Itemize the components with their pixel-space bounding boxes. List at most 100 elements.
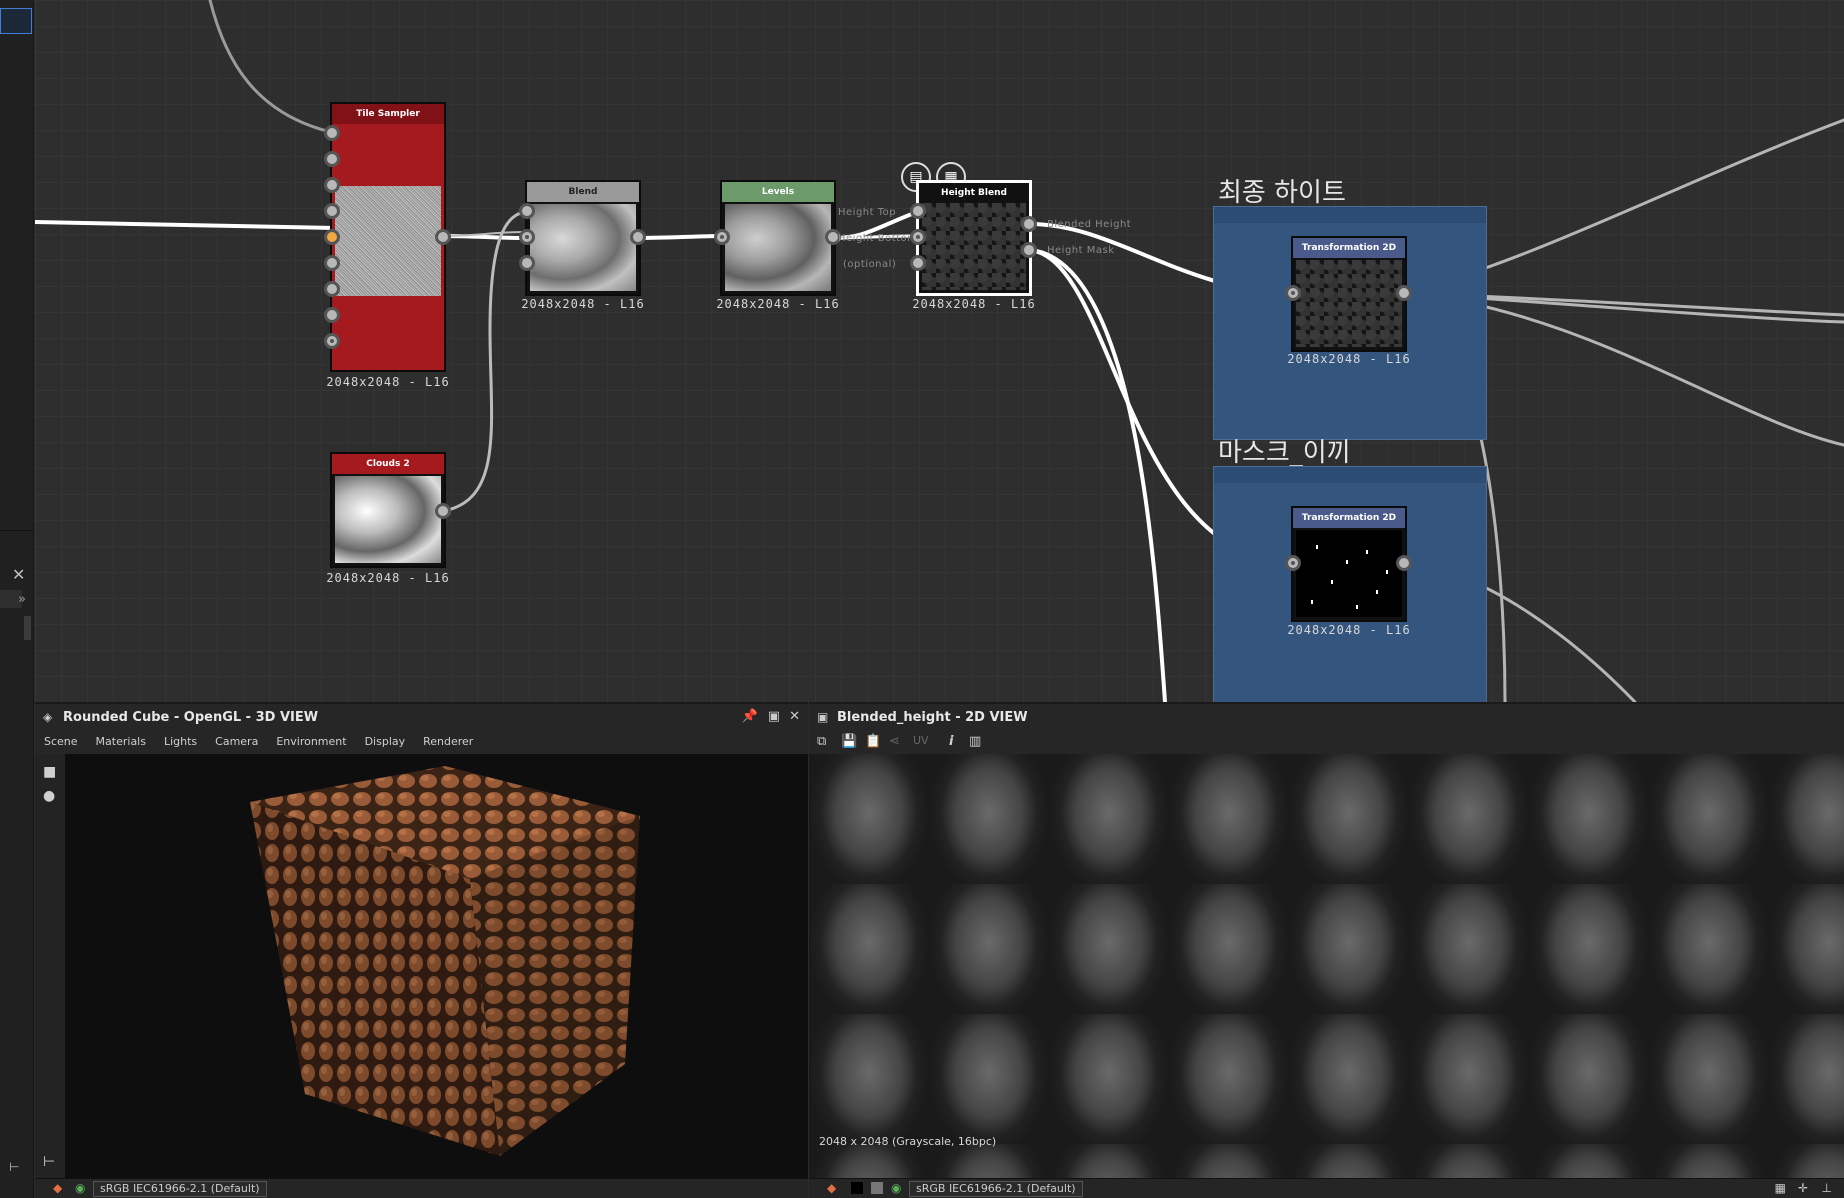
node-resolution: 2048x2048 - L16 [1287, 352, 1411, 366]
panel-2d-view: ▣ Blended_height - 2D VIEW ⧉ 💾 📋 ⋖ UV i … [809, 702, 1844, 1198]
input-port[interactable] [324, 177, 340, 193]
graph-icon[interactable]: ⊥ [1822, 1181, 1832, 1195]
menu-camera[interactable]: Camera [206, 730, 267, 753]
layers-icon[interactable]: ◆ [827, 1181, 836, 1195]
uv-dropdown[interactable]: UV [913, 734, 929, 747]
input-port[interactable] [519, 229, 535, 245]
input-port[interactable] [324, 307, 340, 323]
node-title: Height Blend [919, 183, 1029, 203]
input-port[interactable] [714, 229, 730, 245]
node-blend[interactable]: Blend [525, 180, 641, 296]
frame-title: 최종 하이트 [1218, 178, 1346, 208]
black-swatch-icon[interactable] [851, 1182, 863, 1194]
node-clouds-2[interactable]: Clouds 2 [330, 452, 446, 568]
input-port[interactable] [1285, 555, 1301, 571]
color-wheel-icon[interactable]: ◉ [75, 1181, 85, 1195]
expand-chevron-icon[interactable]: » [18, 592, 26, 607]
rounded-cube-render [250, 766, 640, 1156]
share-icon[interactable]: ⋖ [889, 734, 900, 749]
output-port[interactable] [1021, 216, 1037, 232]
input-port[interactable] [324, 281, 340, 297]
menu-display[interactable]: Display [356, 730, 415, 753]
input-port[interactable] [324, 333, 340, 349]
node-title: Transformation 2D [1293, 508, 1405, 528]
side-toolbar: ■ ● ⊢ [35, 754, 65, 1178]
statusbar-3d: ◆ ◉ sRGB IEC61966-2.1 (Default) [35, 1178, 808, 1198]
input-port[interactable] [324, 255, 340, 271]
hierarchy-icon[interactable]: ⊢ [43, 1154, 55, 1170]
node-title: Clouds 2 [332, 454, 444, 474]
light-icon[interactable]: ● [43, 788, 55, 804]
node-thumbnail [1296, 530, 1402, 617]
output-port[interactable] [435, 229, 451, 245]
camera-icon[interactable]: ■ [43, 764, 56, 780]
selected-field[interactable] [0, 8, 32, 34]
node-title: Levels [722, 182, 834, 202]
port-label: Height Bottom [838, 233, 918, 244]
viewport-3d[interactable] [65, 754, 808, 1178]
close-icon[interactable]: ✕ [12, 565, 25, 584]
node-thumbnail [335, 476, 441, 563]
toolbar-2d: ⧉ 💾 📋 ⋖ UV i ▥ [809, 730, 1844, 754]
node-thumbnail [922, 203, 1026, 290]
output-port[interactable] [630, 229, 646, 245]
pin-icon[interactable]: 📌 [742, 709, 758, 724]
panel-header: ▣ Blended_height - 2D VIEW [809, 702, 1844, 730]
node-resolution: 2048x2048 - L16 [716, 297, 840, 311]
input-port[interactable] [324, 125, 340, 141]
node-thumbnail [530, 204, 636, 291]
node-thumbnail [335, 186, 441, 296]
menu-materials[interactable]: Materials [87, 730, 155, 753]
info-icon[interactable]: i [949, 734, 953, 749]
window-icon[interactable]: ▣ [768, 709, 780, 724]
output-port[interactable] [1396, 285, 1412, 301]
input-port[interactable] [519, 203, 535, 219]
node-resolution: 2048x2048 - L16 [521, 297, 645, 311]
node-transformation-2d[interactable]: Transformation 2D [1291, 506, 1407, 622]
node-levels[interactable]: Levels [720, 180, 836, 296]
panel-title: Rounded Cube - OpenGL - 3D VIEW [63, 710, 319, 725]
panel-header: ◈ Rounded Cube - OpenGL - 3D VIEW 📌 ▣ ✕ [35, 702, 808, 730]
color-wheel-icon[interactable]: ◉ [891, 1181, 901, 1195]
colorspace-dropdown[interactable]: sRGB IEC61966-2.1 (Default) [909, 1181, 1083, 1197]
layers-icon[interactable]: ◆ [53, 1181, 62, 1195]
node-height-blend[interactable]: Height Blend [916, 180, 1032, 296]
scrollbar[interactable] [24, 616, 31, 640]
input-port[interactable] [1285, 285, 1301, 301]
viewport-2d[interactable]: 2048 x 2048 (Grayscale, 16bpc) [809, 754, 1844, 1178]
crosshair-icon[interactable]: ✛ [1798, 1181, 1808, 1195]
output-port[interactable] [1021, 242, 1037, 258]
menu-lights[interactable]: Lights [155, 730, 206, 753]
histogram-icon[interactable]: ▥ [969, 734, 981, 749]
tile-icon[interactable]: ▦ [1775, 1181, 1786, 1195]
statusbar-2d: ◆ ◉ sRGB IEC61966-2.1 (Default) ▦ ✛ ⊥ [809, 1178, 1844, 1198]
heightmap-preview [809, 754, 1844, 1178]
node-tile-sampler[interactable]: Tile Sampler [330, 102, 446, 372]
colorspace-dropdown[interactable]: sRGB IEC61966-2.1 (Default) [93, 1181, 267, 1197]
node-thumbnail [1296, 260, 1402, 347]
input-port[interactable] [910, 255, 926, 271]
input-port-active[interactable] [324, 229, 340, 245]
clipboard-icon[interactable]: 📋 [865, 734, 881, 749]
frame-header [1214, 207, 1486, 223]
copy-icon[interactable]: ⧉ [817, 734, 826, 749]
close-icon[interactable]: ✕ [789, 709, 800, 724]
input-port[interactable] [519, 255, 535, 271]
panel-3d-view: ◈ Rounded Cube - OpenGL - 3D VIEW 📌 ▣ ✕ … [35, 702, 808, 1198]
node-transformation-2d[interactable]: Transformation 2D [1291, 236, 1407, 352]
input-port[interactable] [324, 151, 340, 167]
tree-icon[interactable]: ⊢ [9, 1160, 19, 1174]
menu-scene[interactable]: Scene [35, 730, 87, 753]
app-window: ✕ » ⊢ Tile Sampler 2048x2048 - L16 Cloud… [0, 0, 1844, 1198]
node-resolution: 2048x2048 - L16 [326, 375, 450, 389]
input-port[interactable] [910, 229, 926, 245]
save-icon[interactable]: 💾 [841, 734, 857, 749]
input-port[interactable] [910, 203, 926, 219]
menu-renderer[interactable]: Renderer [414, 730, 482, 753]
output-port[interactable] [1396, 555, 1412, 571]
node-graph-canvas[interactable]: Tile Sampler 2048x2048 - L16 Clouds 2 20… [35, 0, 1844, 702]
output-port[interactable] [435, 503, 451, 519]
menu-environment[interactable]: Environment [267, 730, 355, 753]
input-port[interactable] [324, 203, 340, 219]
grid-swatch-icon[interactable] [871, 1182, 883, 1194]
